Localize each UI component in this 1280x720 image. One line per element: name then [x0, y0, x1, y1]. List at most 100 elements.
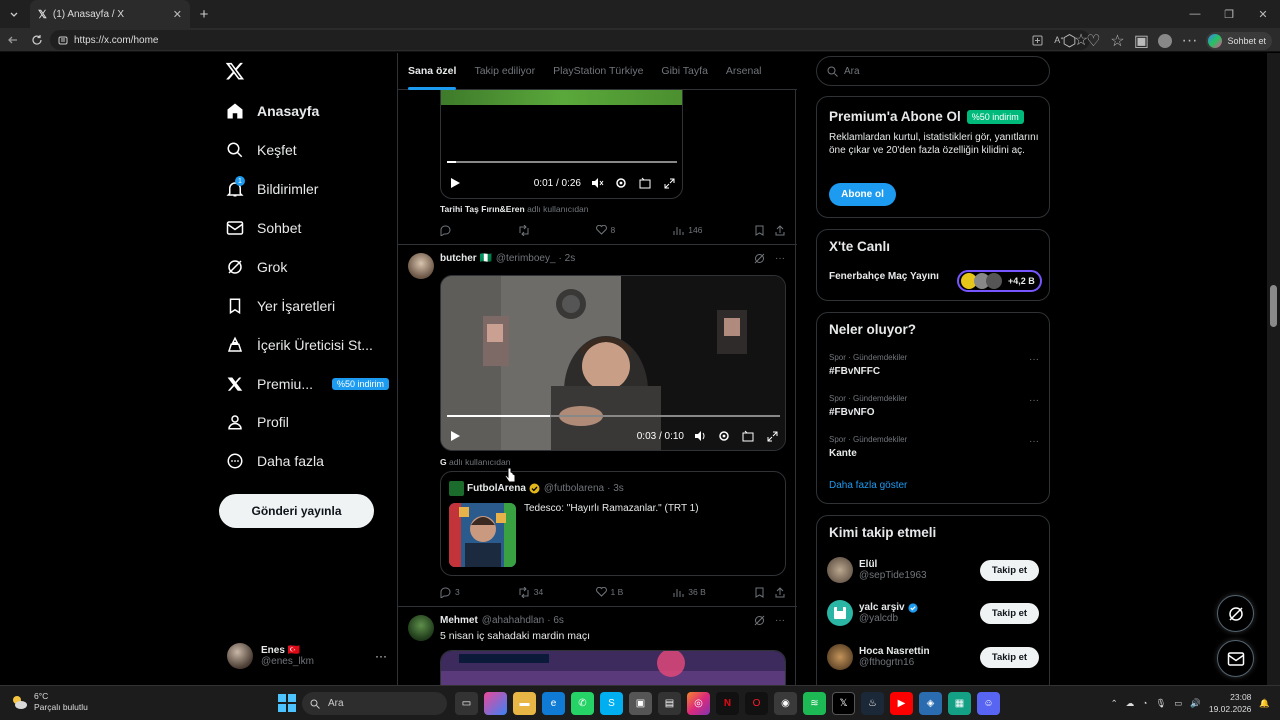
sidebar-item-chat[interactable]: Sohbet [225, 214, 301, 242]
clock[interactable]: 23:08 19.02.2026 [1209, 691, 1252, 715]
fullscreen-icon[interactable] [764, 428, 780, 444]
retweet-button[interactable] [518, 224, 596, 236]
discord-icon[interactable]: ☺ [977, 692, 1000, 715]
settings-gear-icon[interactable] [613, 175, 629, 191]
sidebar-item-premium[interactable]: Premiu... %50 indirim [225, 370, 400, 398]
spotify-icon[interactable]: ≋ [803, 692, 826, 715]
show-more-link[interactable]: Daha fazla göster [829, 480, 907, 491]
tweet-avatar[interactable] [408, 615, 434, 641]
back-icon[interactable] [0, 28, 25, 52]
url-field[interactable]: https://x.com/home [50, 30, 1090, 50]
reply-button[interactable] [440, 225, 518, 236]
video-player[interactable]: 0:03 / 0:10 [440, 275, 786, 451]
play-icon[interactable] [447, 428, 463, 444]
bookmark-button[interactable] [755, 225, 775, 236]
picture-in-picture-icon[interactable] [740, 428, 756, 444]
follow-button[interactable]: Takip et [980, 647, 1039, 668]
sidebar-item-grok[interactable]: Grok [225, 253, 287, 281]
trend-item[interactable]: Spor · Gündemdekiler Kante [829, 435, 907, 459]
tab-for-you[interactable]: Sana özel [408, 53, 457, 90]
reload-icon[interactable] [24, 28, 50, 52]
like-button[interactable]: 1 B [595, 587, 674, 597]
trend-more-icon[interactable]: ··· [1029, 395, 1039, 406]
maximize-icon[interactable]: ❐ [1212, 0, 1246, 28]
views-button[interactable]: 146 [673, 225, 755, 235]
follow-button[interactable]: Takip et [980, 560, 1039, 581]
sidebar-item-bookmarks[interactable]: Yer İşaretleri [225, 292, 335, 320]
quoted-tweet[interactable]: FutbolArena @futbolarena · 3s Tedesco: "… [440, 471, 786, 576]
views-button[interactable]: 36 B [673, 587, 755, 597]
trend-item[interactable]: Spor · Gündemdekiler #FBvNFFC [829, 353, 907, 377]
live-participants[interactable]: +4,2 B [957, 270, 1042, 292]
live-item-title[interactable]: Fenerbahçe Maç Yayını [829, 271, 939, 282]
page-scrollbar[interactable] [1267, 53, 1280, 685]
account-switcher[interactable]: Enes 🇹🇷 @enes_lkm ··· [227, 639, 387, 673]
taskbar-search[interactable]: Ara [302, 692, 447, 715]
tweet-media[interactable] [440, 650, 786, 685]
edge-icon[interactable]: e [542, 692, 565, 715]
settings-gear-icon[interactable] [716, 428, 732, 444]
browser-essentials-icon[interactable]: ♡ [1086, 33, 1100, 50]
tab-gibi-tayfa[interactable]: Gibi Tayfa [661, 53, 708, 90]
scrollbar-thumb[interactable] [1270, 285, 1277, 327]
extensions-icon[interactable]: ⬡ [1062, 33, 1076, 50]
browser-tab[interactable]: 𝕏 (1) Anasayfa / X ✕ [30, 0, 190, 28]
tweet-author-name[interactable]: butcher 🇳🇬 [440, 253, 492, 264]
tweet-time[interactable]: · 6s [547, 615, 564, 626]
minimize-icon[interactable]: — [1178, 0, 1212, 28]
chrome-icon[interactable]: ◉ [774, 692, 797, 715]
share-button[interactable] [775, 586, 785, 598]
post-button[interactable]: Gönderi yayınla [219, 494, 374, 528]
tweet-author-name[interactable]: Mehmet [440, 615, 478, 626]
netflix-icon[interactable]: N [716, 692, 739, 715]
trend-more-icon[interactable]: ··· [1029, 436, 1039, 447]
copilot-button[interactable]: Sohbet et [1206, 32, 1272, 50]
tab-arsenal[interactable]: Arsenal [726, 53, 762, 90]
profile-avatar[interactable] [1158, 34, 1173, 48]
site-info-icon[interactable] [58, 35, 68, 45]
tweet-more-icon[interactable]: ··· [775, 615, 785, 626]
file-explorer-icon[interactable]: ▬ [513, 692, 536, 715]
app-tray-icon[interactable]: ◔ [1142, 698, 1147, 708]
grok-explain-icon[interactable] [754, 253, 765, 264]
tray-chevron-icon[interactable]: ⌃ [1111, 698, 1118, 709]
follow-button[interactable]: Takip et [980, 603, 1039, 624]
display-icon[interactable]: ▭ [1174, 698, 1182, 709]
muted-speaker-icon[interactable] [589, 175, 605, 191]
video-player[interactable]: 0:01 / 0:26 [440, 89, 683, 199]
youtube-icon[interactable]: ▶ [890, 692, 913, 715]
app-icon[interactable]: ▣ [629, 692, 652, 715]
tab-playstation-turkiye[interactable]: PlayStation Türkiye [553, 53, 643, 90]
skype-icon[interactable]: S [600, 692, 623, 715]
bookmark-button[interactable] [755, 587, 775, 598]
play-icon[interactable] [447, 175, 463, 191]
windows-start-icon[interactable] [278, 694, 296, 712]
source-username[interactable]: Tarihi Taş Fırın&Eren [440, 204, 525, 214]
app-available-icon[interactable] [1030, 33, 1044, 47]
sidebar-item-explore[interactable]: Keşfet [225, 136, 297, 164]
sidebar-item-creator-studio[interactable]: İçerik Üreticisi St... [225, 331, 373, 359]
steam-icon[interactable]: ♨ [861, 692, 884, 715]
grok-explain-icon[interactable] [754, 615, 765, 626]
trend-item[interactable]: Spor · Gündemdekiler #FBvNFO [829, 394, 907, 418]
video-progress-bar[interactable] [447, 161, 677, 163]
opera-icon[interactable]: O [745, 692, 768, 715]
messages-fab[interactable] [1217, 640, 1254, 677]
tab-following[interactable]: Takip ediliyor [474, 53, 535, 90]
tweet-author-handle[interactable]: @terimboey_ [496, 253, 556, 264]
favorites-icon[interactable]: ☆ [1110, 33, 1124, 50]
close-tab-icon[interactable]: ✕ [173, 8, 182, 21]
copilot-app-icon[interactable] [484, 692, 507, 715]
tweet-author-handle[interactable]: @ahahahdlan [482, 615, 544, 626]
trend-more-icon[interactable]: ··· [1029, 354, 1039, 365]
tab-actions-icon[interactable] [0, 0, 28, 28]
source-username[interactable]: G [440, 457, 447, 467]
share-button[interactable] [775, 224, 785, 236]
close-window-icon[interactable]: ✕ [1246, 0, 1280, 28]
instagram-icon[interactable]: ◎ [687, 692, 710, 715]
picture-in-picture-icon[interactable] [637, 175, 653, 191]
sidebar-item-home[interactable]: Anasayfa [225, 97, 319, 125]
speaker-icon[interactable] [692, 428, 708, 444]
retweet-button[interactable]: 34 [518, 586, 596, 598]
tweet-more-icon[interactable]: ··· [775, 253, 785, 264]
